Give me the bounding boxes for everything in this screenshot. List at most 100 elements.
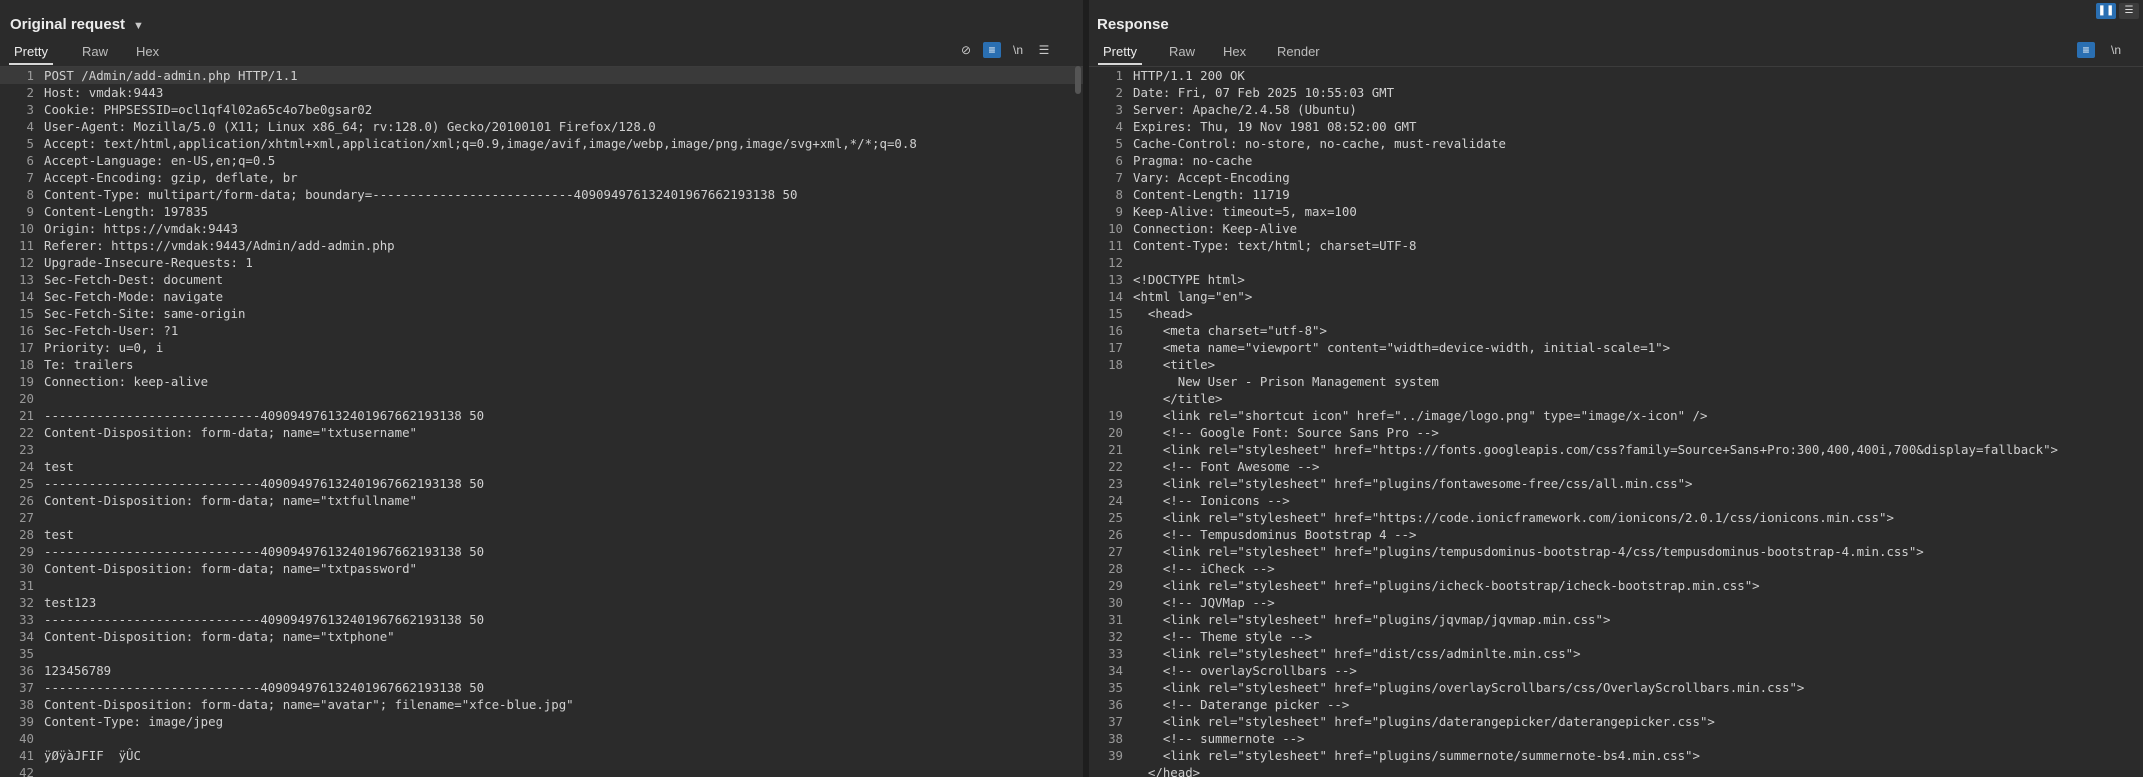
code-line[interactable]: 28 test [0, 526, 1083, 543]
newline-toggle-icon[interactable]: \n [2107, 42, 2125, 58]
code-line[interactable]: 14 <html lang="en"> [1089, 288, 2143, 305]
code-line[interactable]: 19 <link rel="shortcut icon" href="../im… [1089, 407, 2143, 424]
code-line[interactable]: 5 Cache-Control: no-store, no-cache, must… [1089, 135, 2143, 152]
code-line[interactable]: 18 Te: trailers [0, 356, 1083, 373]
code-line[interactable]: 32 test123 [0, 594, 1083, 611]
code-line[interactable]: 33 -----------------------------409094976… [0, 611, 1083, 628]
code-line[interactable]: 34 Content-Disposition: form-data; name="… [0, 628, 1083, 645]
code-line[interactable]: 6 Accept-Language: en-US,en;q=0.5 [0, 152, 1083, 169]
wrap-lines-icon[interactable]: ≡ [983, 42, 1001, 58]
code-line[interactable]: 40 [0, 730, 1083, 747]
code-line[interactable]: 7 Accept-Encoding: gzip, deflate, br [0, 169, 1083, 186]
code-line[interactable]: </title> [1089, 390, 2143, 407]
code-line[interactable]: 18 <title> [1089, 356, 2143, 373]
code-line[interactable]: 4 User-Agent: Mozilla/5.0 (X11; Linux x86… [0, 118, 1083, 135]
code-line[interactable]: 21 <link rel="stylesheet" href="https://… [1089, 441, 2143, 458]
code-line[interactable]: 19 Connection: keep-alive [0, 373, 1083, 390]
split-layout-icon[interactable]: ❚❚ [2096, 3, 2116, 19]
code-line[interactable]: 6 Pragma: no-cache [1089, 152, 2143, 169]
code-line[interactable]: 20 [0, 390, 1083, 407]
wrap-lines-icon[interactable]: ≡ [2077, 42, 2095, 58]
code-line[interactable]: 1 HTTP/1.1 200 OK [1089, 67, 2143, 84]
code-line[interactable]: 24 test [0, 458, 1083, 475]
code-line[interactable]: 15 <head> [1089, 305, 2143, 322]
code-line[interactable]: 5 Accept: text/html,application/xhtml+xml… [0, 135, 1083, 152]
code-line[interactable]: 24 <!-- Ionicons --> [1089, 492, 2143, 509]
code-line[interactable]: 3 Cookie: PHPSESSID=ocl1qf4l02a65c4o7be0g… [0, 101, 1083, 118]
code-line[interactable]: 2 Host: vmdak:9443 [0, 84, 1083, 101]
code-line[interactable]: 36 <!-- Daterange picker --> [1089, 696, 2143, 713]
code-line[interactable]: 26 Content-Disposition: form-data; name="… [0, 492, 1083, 509]
chevron-down-icon[interactable]: ▼ [133, 20, 144, 32]
code-line[interactable]: 30 <!-- JQVMap --> [1089, 594, 2143, 611]
code-line[interactable]: 9 Content-Length: 197835 [0, 203, 1083, 220]
stack-layout-icon[interactable]: ☰ [2119, 3, 2139, 19]
code-line[interactable]: 27 [0, 509, 1083, 526]
code-line[interactable]: 9 Keep-Alive: timeout=5, max=100 [1089, 203, 2143, 220]
code-line[interactable]: 4 Expires: Thu, 19 Nov 1981 08:52:00 GMT [1089, 118, 2143, 135]
code-line[interactable]: 21 -----------------------------409094976… [0, 407, 1083, 424]
eye-hidden-icon[interactable]: ⊘ [957, 42, 975, 58]
newline-toggle-icon[interactable]: \n [1009, 42, 1027, 58]
code-line[interactable]: 13 Sec-Fetch-Dest: document [0, 271, 1083, 288]
tab-render[interactable]: Render [1277, 44, 1320, 59]
code-line[interactable]: 16 Sec-Fetch-User: ?1 [0, 322, 1083, 339]
code-line[interactable]: 38 <!-- summernote --> [1089, 730, 2143, 747]
tab-raw[interactable]: Raw [82, 44, 108, 59]
code-line[interactable]: 13 <!DOCTYPE html> [1089, 271, 2143, 288]
code-line[interactable]: 31 [0, 577, 1083, 594]
code-line[interactable]: 16 <meta charset="utf-8"> [1089, 322, 2143, 339]
code-line[interactable]: 35 <link rel="stylesheet" href="plugins/… [1089, 679, 2143, 696]
code-line[interactable]: 10 Connection: Keep-Alive [1089, 220, 2143, 237]
code-line[interactable]: 1 POST /Admin/add-admin.php HTTP/1.1 [0, 67, 1083, 84]
code-line[interactable]: 37 <link rel="stylesheet" href="plugins/… [1089, 713, 2143, 730]
code-line[interactable]: 34 <!-- overlayScrollbars --> [1089, 662, 2143, 679]
code-line[interactable]: 35 [0, 645, 1083, 662]
code-line[interactable]: 39 <link rel="stylesheet" href="plugins/… [1089, 747, 2143, 764]
code-line[interactable]: 11 Content-Type: text/html; charset=UTF-8 [1089, 237, 2143, 254]
code-line[interactable]: 42 [0, 764, 1083, 777]
tab-pretty[interactable]: Pretty [1098, 44, 1142, 65]
code-line[interactable]: </head> [1089, 764, 2143, 777]
code-line[interactable]: 39 Content-Type: image/jpeg [0, 713, 1083, 730]
code-line[interactable]: 3 Server: Apache/2.4.58 (Ubuntu) [1089, 101, 2143, 118]
code-line[interactable]: 23 [0, 441, 1083, 458]
code-line[interactable]: 8 Content-Type: multipart/form-data; boun… [0, 186, 1083, 203]
code-line[interactable]: 14 Sec-Fetch-Mode: navigate [0, 288, 1083, 305]
request-editor[interactable]: 1 POST /Admin/add-admin.php HTTP/1.1 2 Host… [0, 66, 1083, 777]
menu-icon[interactable]: ☰ [1035, 42, 1053, 58]
code-line[interactable]: 12 Upgrade-Insecure-Requests: 1 [0, 254, 1083, 271]
code-line[interactable]: 30 Content-Disposition: form-data; name="… [0, 560, 1083, 577]
code-line[interactable]: 25 <link rel="stylesheet" href="https://… [1089, 509, 2143, 526]
code-line[interactable]: 33 <link rel="stylesheet" href="dist/css… [1089, 645, 2143, 662]
code-line[interactable]: 8 Content-Length: 11719 [1089, 186, 2143, 203]
code-line[interactable]: 36 123456789 [0, 662, 1083, 679]
code-line[interactable]: 27 <link rel="stylesheet" href="plugins/… [1089, 543, 2143, 560]
code-line[interactable]: 12 [1089, 254, 2143, 271]
code-line[interactable]: 7 Vary: Accept-Encoding [1089, 169, 2143, 186]
tab-hex[interactable]: Hex [1223, 44, 1246, 59]
code-line[interactable]: 31 <link rel="stylesheet" href="plugins/… [1089, 611, 2143, 628]
code-line[interactable]: 23 <link rel="stylesheet" href="plugins/… [1089, 475, 2143, 492]
code-line[interactable]: 11 Referer: https://vmdak:9443/Admin/add-… [0, 237, 1083, 254]
code-line[interactable]: 29 <link rel="stylesheet" href="plugins/… [1089, 577, 2143, 594]
code-line[interactable]: 15 Sec-Fetch-Site: same-origin [0, 305, 1083, 322]
code-line[interactable]: 37 -----------------------------409094976… [0, 679, 1083, 696]
tab-raw[interactable]: Raw [1169, 44, 1195, 59]
code-line[interactable]: 22 <!-- Font Awesome --> [1089, 458, 2143, 475]
code-line[interactable]: 38 Content-Disposition: form-data; name="… [0, 696, 1083, 713]
response-editor[interactable]: 1 HTTP/1.1 200 OK 2 Date: Fri, 07 Feb 2025 … [1089, 66, 2143, 777]
code-line[interactable]: 20 <!-- Google Font: Source Sans Pro --> [1089, 424, 2143, 441]
tab-hex[interactable]: Hex [136, 44, 159, 59]
code-line[interactable]: New User - Prison Management system [1089, 373, 2143, 390]
code-line[interactable]: 2 Date: Fri, 07 Feb 2025 10:55:03 GMT [1089, 84, 2143, 101]
code-line[interactable]: 17 <meta name="viewport" content="width=… [1089, 339, 2143, 356]
code-line[interactable]: 22 Content-Disposition: form-data; name="… [0, 424, 1083, 441]
code-line[interactable]: 10 Origin: https://vmdak:9443 [0, 220, 1083, 237]
scrollbar[interactable] [1075, 66, 1081, 94]
code-line[interactable]: 41 ÿØÿàJFIF ÿÛC [0, 747, 1083, 764]
code-line[interactable]: 32 <!-- Theme style --> [1089, 628, 2143, 645]
tab-pretty[interactable]: Pretty [9, 44, 53, 65]
request-title[interactable]: Original request ▼ [10, 16, 144, 33]
code-line[interactable]: 17 Priority: u=0, i [0, 339, 1083, 356]
